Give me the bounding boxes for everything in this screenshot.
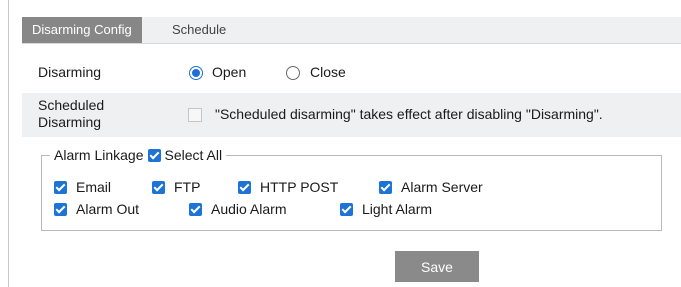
- alarm-out-label: Alarm Out: [76, 201, 140, 217]
- scheduled-disarming-row: Scheduled Disarming "Scheduled disarming…: [22, 93, 681, 137]
- alarm-linkage-legend: Alarm Linkage Select All: [50, 146, 227, 164]
- disarming-label: Disarming: [38, 64, 102, 80]
- audio-alarm-checkbox[interactable]: [189, 202, 202, 216]
- alarm-server-checkbox[interactable]: [379, 180, 392, 194]
- alarm-linkage-title: Alarm Linkage: [54, 147, 144, 163]
- tab-disarming-config[interactable]: Disarming Config: [22, 17, 142, 43]
- tab-schedule[interactable]: Schedule: [162, 17, 236, 43]
- disarming-close-label[interactable]: Close: [310, 64, 346, 80]
- http-post-option[interactable]: HTTP POST: [238, 179, 338, 195]
- email-option[interactable]: Email: [54, 179, 111, 195]
- audio-alarm-option[interactable]: Audio Alarm: [189, 201, 286, 217]
- frame-border: [8, 0, 9, 287]
- select-all-checkbox[interactable]: [147, 148, 161, 162]
- ftp-checkbox[interactable]: [152, 180, 165, 194]
- light-alarm-label: Light Alarm: [362, 201, 433, 217]
- alarm-server-label: Alarm Server: [401, 179, 483, 195]
- disarming-close-radio[interactable]: [286, 66, 300, 80]
- http-post-checkbox[interactable]: [238, 180, 251, 194]
- alarm-server-option[interactable]: Alarm Server: [379, 179, 483, 195]
- ftp-label: FTP: [174, 179, 201, 195]
- tab-bar: Disarming Config Schedule: [22, 17, 681, 44]
- email-label: Email: [76, 179, 112, 195]
- scheduled-disarming-label: Scheduled Disarming: [38, 97, 104, 131]
- scheduled-disarming-label-line2: Disarming: [38, 114, 102, 130]
- alarm-linkage-group: [41, 155, 662, 231]
- audio-alarm-label: Audio Alarm: [211, 201, 287, 217]
- alarm-out-option[interactable]: Alarm Out: [54, 201, 139, 217]
- email-checkbox[interactable]: [54, 180, 67, 194]
- light-alarm-option[interactable]: Light Alarm: [340, 201, 432, 217]
- scheduled-disarming-checkbox[interactable]: [188, 108, 202, 122]
- alarm-out-checkbox[interactable]: [54, 202, 67, 216]
- light-alarm-checkbox[interactable]: [340, 202, 353, 216]
- save-button[interactable]: Save: [395, 251, 479, 282]
- select-all-label[interactable]: Select All: [165, 147, 223, 163]
- scheduled-disarming-note: "Scheduled disarming" takes effect after…: [215, 106, 603, 122]
- ftp-option[interactable]: FTP: [152, 179, 200, 195]
- disarming-open-label[interactable]: Open: [212, 64, 246, 80]
- scheduled-disarming-label-line1: Scheduled: [38, 97, 105, 113]
- disarming-open-radio[interactable]: [189, 66, 203, 80]
- http-post-label: HTTP POST: [260, 179, 339, 195]
